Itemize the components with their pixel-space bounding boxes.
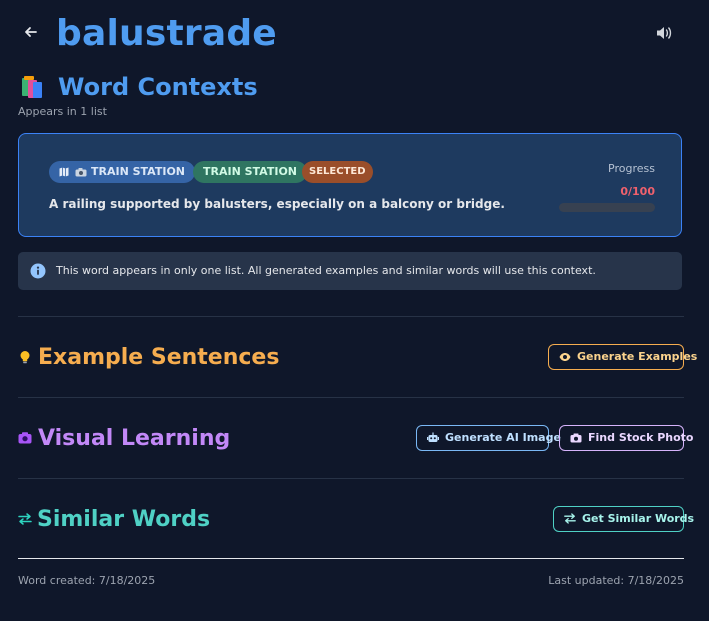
info-icon [30, 263, 46, 279]
find-stock-photo-label: Find Stock Photo [588, 431, 694, 444]
get-similar-words-button[interactable]: Get Similar Words [553, 506, 694, 532]
generate-examples-button[interactable]: Generate Examples [548, 344, 697, 370]
lightbulb-icon [20, 351, 30, 364]
generate-ai-image-button[interactable]: Generate AI Image [416, 425, 561, 451]
info-notice: This word appears in only one list. All … [18, 252, 682, 290]
progress-bar [559, 203, 655, 212]
list-badge[interactable]: TRAIN STATION [49, 161, 195, 183]
list-badge-label: TRAIN STATION [91, 165, 185, 178]
get-similar-words-label: Get Similar Words [582, 512, 695, 525]
word-title: balustrade [56, 13, 277, 54]
pronounce-button[interactable] [652, 22, 676, 44]
camera-icon [570, 433, 582, 443]
swap-arrows-icon [564, 513, 576, 524]
generate-examples-label: Generate Examples [577, 350, 698, 363]
generate-ai-image-label: Generate AI Image [445, 431, 561, 444]
section-title-word-contexts: Word Contexts [58, 73, 258, 101]
updated-date: Last updated: 7/18/2025 [548, 574, 684, 587]
section-title-visual-learning: Visual Learning [38, 426, 231, 451]
camera-icon [18, 432, 32, 444]
books-icon [20, 74, 48, 100]
divider [18, 316, 684, 317]
selected-badge: SELECTED [302, 161, 373, 183]
info-text: This word appears in only one list. All … [56, 264, 596, 277]
section-title-example-sentences: Example Sentences [38, 345, 280, 370]
eye-icon [559, 353, 571, 361]
divider [18, 478, 684, 479]
section-title-similar-words: Similar Words [37, 507, 211, 532]
definition-text: A railing supported by balusters, especi… [49, 197, 505, 211]
back-button[interactable] [20, 20, 42, 44]
list-count-text: Appears in 1 list [18, 105, 107, 118]
swap-arrows-icon [18, 513, 32, 525]
created-date: Word created: 7/18/2025 [18, 574, 156, 587]
robot-icon [427, 432, 439, 442]
speaker-icon [657, 27, 672, 39]
divider [18, 397, 684, 398]
context-badge: TRAIN STATION [193, 161, 307, 183]
footer-divider [18, 558, 684, 559]
progress-value: 0/100 [620, 185, 655, 198]
progress-label: Progress [608, 162, 655, 175]
camera-icon [75, 168, 87, 177]
arrow-left-icon [25, 27, 37, 37]
map-icon [59, 167, 69, 177]
find-stock-photo-button[interactable]: Find Stock Photo [559, 425, 694, 451]
context-card[interactable]: TRAIN STATION TRAIN STATION SELECTED A r… [18, 133, 682, 237]
